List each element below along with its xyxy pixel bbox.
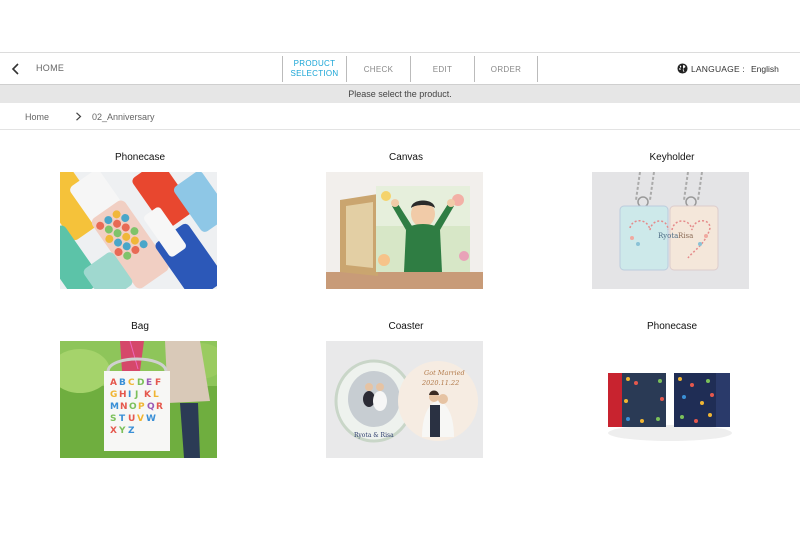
- product-title: Phonecase: [646, 321, 698, 332]
- svg-text:J: J: [134, 390, 138, 400]
- svg-text:E: E: [146, 378, 152, 388]
- notebook-phonecase-photo[interactable]: [592, 341, 749, 458]
- svg-text:D: D: [137, 378, 144, 388]
- tab-order[interactable]: ORDER: [474, 56, 538, 82]
- coaster-right-title: Got Married: [424, 369, 465, 377]
- breadcrumb-current: 02_Anniversary: [92, 112, 155, 122]
- coaster-left-caption: Ryota & Risa: [354, 432, 394, 439]
- svg-text:K: K: [144, 390, 152, 400]
- svg-text:R: R: [156, 402, 163, 412]
- product-card-coaster[interactable]: Coaster Ryota & Risa Got Married 2020.11…: [326, 321, 486, 458]
- product-title: Bag: [131, 321, 149, 332]
- globe-icon: [677, 63, 688, 74]
- product-title: Canvas: [389, 152, 423, 163]
- svg-text:S: S: [110, 414, 116, 424]
- product-card-phonecase-notebook[interactable]: Phonecase: [592, 321, 752, 458]
- tab-product-selection-line1: PRODUCT: [293, 59, 336, 68]
- product-card-canvas[interactable]: Canvas: [326, 152, 486, 289]
- svg-text:M: M: [110, 402, 119, 412]
- step-tabs: PRODUCT SELECTION CHECK EDIT ORDER: [282, 56, 538, 82]
- home-link[interactable]: HOME: [36, 63, 64, 73]
- svg-text:T: T: [119, 414, 126, 424]
- svg-text:X: X: [110, 426, 117, 436]
- phonecase-pattern-photo[interactable]: [60, 172, 217, 289]
- coaster-right-date: 2020.11.22: [421, 379, 459, 387]
- keyholder-photo[interactable]: Ryota Risa: [592, 172, 749, 289]
- svg-text:P: P: [138, 402, 145, 412]
- wedding-coaster-photo[interactable]: Ryota & Risa Got Married 2020.11.22: [326, 341, 483, 458]
- product-card-phonecase[interactable]: Phonecase: [60, 152, 220, 289]
- product-title: Phonecase: [114, 152, 166, 163]
- tab-product-selection-line2: SELECTION: [290, 69, 339, 78]
- breadcrumb-home[interactable]: Home: [25, 112, 49, 122]
- language-label: LANGUAGE :: [691, 63, 745, 74]
- svg-text:H: H: [119, 390, 127, 400]
- svg-text:Y: Y: [118, 426, 126, 436]
- language-selector[interactable]: LANGUAGE : English: [677, 63, 779, 74]
- svg-text:O: O: [129, 402, 137, 412]
- tab-check[interactable]: CHECK: [346, 56, 410, 82]
- chevron-left-icon[interactable]: [9, 62, 23, 76]
- alphabet-bag-photo[interactable]: AB CD EF GH IJ KL MN OP QR ST UV W X YZ: [60, 341, 217, 458]
- chevron-right-icon: [76, 112, 82, 121]
- svg-text:Q: Q: [147, 402, 155, 412]
- svg-text:B: B: [119, 378, 126, 388]
- instruction-banner: Please select the product.: [0, 85, 800, 103]
- keyholder-left-text: Ryota: [658, 232, 678, 240]
- tab-product-selection[interactable]: PRODUCT SELECTION: [282, 56, 346, 82]
- top-nav-bar: HOME PRODUCT SELECTION CHECK EDIT ORDER …: [0, 52, 800, 85]
- svg-text:F: F: [155, 378, 161, 388]
- keyholder-right-text: Risa: [678, 232, 693, 240]
- svg-text:A: A: [110, 378, 117, 388]
- svg-text:L: L: [153, 390, 159, 400]
- tab-edit[interactable]: EDIT: [410, 56, 474, 82]
- canvas-child-photo[interactable]: [326, 172, 483, 289]
- svg-text:Z: Z: [128, 426, 135, 436]
- svg-text:G: G: [110, 390, 117, 400]
- product-card-keyholder[interactable]: Keyholder Ryota Risa: [592, 152, 752, 289]
- product-title: Keyholder: [649, 152, 695, 163]
- svg-text:W: W: [146, 414, 156, 424]
- svg-text:V: V: [137, 414, 144, 424]
- language-value[interactable]: English: [751, 64, 779, 74]
- svg-text:I: I: [128, 390, 131, 400]
- svg-text:U: U: [128, 414, 135, 424]
- product-title: Coaster: [388, 321, 424, 332]
- breadcrumb: Home 02_Anniversary: [0, 103, 800, 130]
- svg-text:C: C: [128, 378, 135, 388]
- product-card-bag[interactable]: Bag AB CD EF GH IJ KL MN OP QR ST U V W …: [60, 321, 220, 458]
- svg-text:N: N: [120, 402, 128, 412]
